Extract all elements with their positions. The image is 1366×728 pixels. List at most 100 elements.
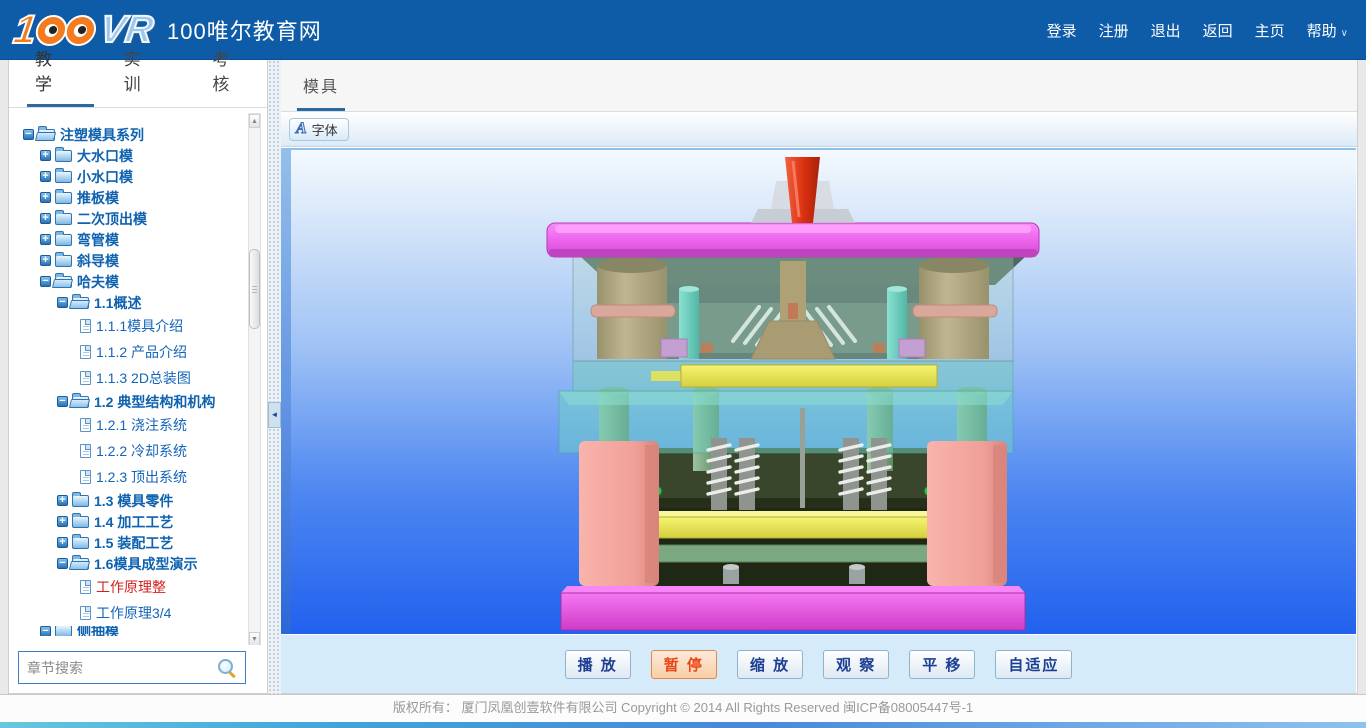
scrollbar-up-button[interactable]: ▲ xyxy=(249,114,260,128)
search-box xyxy=(18,651,246,684)
panel-splitter[interactable]: ◄ xyxy=(268,60,281,694)
document-icon xyxy=(80,606,91,620)
tree-item[interactable]: +1.3 模具零件 xyxy=(9,490,255,511)
pan-button[interactable]: 平 移 xyxy=(909,650,975,679)
tree-item-label: 1.1概述 xyxy=(94,293,141,313)
nav-back[interactable]: 返回 xyxy=(1203,20,1233,41)
header-nav: 登录 注册 退出 返回 主页 帮助∨ xyxy=(1047,0,1348,60)
expand-toggle-icon[interactable]: + xyxy=(57,537,68,548)
tree-item[interactable]: 1.1.1模具介绍 xyxy=(9,313,255,339)
logo-eye-icon xyxy=(36,16,67,43)
tree-item[interactable]: 1.1.2 产品介绍 xyxy=(9,339,255,365)
font-a-icon: A xyxy=(296,121,307,137)
folder-closed-icon xyxy=(72,537,89,549)
top-clamp-plate xyxy=(547,223,1039,257)
tree-item-label: 工作原理整 xyxy=(96,577,166,597)
tree-item[interactable]: − 1.2 典型结构和机构 xyxy=(9,391,255,412)
pause-button[interactable]: 暂 停 xyxy=(651,650,717,679)
tree-item[interactable]: − 1.1概述 xyxy=(9,292,255,313)
viewer-toolbar: A 字体 xyxy=(281,112,1357,147)
folder-closed-icon xyxy=(55,213,72,225)
collapse-toggle-icon[interactable]: − xyxy=(40,276,51,287)
collapse-toggle-icon[interactable]: − xyxy=(57,558,68,569)
tree-item-label: 1.4 加工工艺 xyxy=(94,512,173,532)
tree-item[interactable]: +小水口模 xyxy=(9,166,255,187)
tree-item-label: 注塑模具系列 xyxy=(60,125,144,145)
scrollbar-thumb[interactable] xyxy=(249,249,260,329)
nav-help[interactable]: 帮助∨ xyxy=(1307,20,1348,41)
search-icon[interactable] xyxy=(217,658,237,678)
footer: 版权所有： 厦门凤凰创壹软件有限公司 Copyright © 2014 All … xyxy=(0,694,1366,728)
collapse-sidebar-icon[interactable]: ◄ xyxy=(268,402,281,428)
tree-item-label: 斜导模 xyxy=(77,251,119,271)
folder-open-icon xyxy=(72,297,89,309)
tree-item[interactable]: −1.6模具成型演示 xyxy=(9,553,255,574)
tree-item[interactable]: −哈夫模 xyxy=(9,271,255,292)
tree-item-label: 1.5 装配工艺 xyxy=(94,533,173,553)
tree-item[interactable]: 1.2.3 顶出系统 xyxy=(9,464,255,490)
tree-item[interactable]: +1.5 装配工艺 xyxy=(9,532,255,553)
folder-closed-icon xyxy=(55,171,72,183)
tree-item-label: 1.2 典型结构和机构 xyxy=(94,392,215,412)
scrollbar-down-button[interactable]: ▼ xyxy=(249,632,260,646)
tree-item[interactable]: 工作原理3/4 xyxy=(9,600,255,626)
expand-toggle-icon[interactable]: + xyxy=(40,234,51,245)
nav-register[interactable]: 注册 xyxy=(1099,20,1129,41)
autofit-button[interactable]: 自适应 xyxy=(995,650,1072,679)
tree-item[interactable]: +弯管模 xyxy=(9,229,255,250)
mold-3d-model xyxy=(533,153,1053,633)
tree-item[interactable]: + 斜导模 xyxy=(9,250,255,271)
tree-item-label: 大水口模 xyxy=(77,146,133,166)
collapse-toggle-icon[interactable]: − xyxy=(23,129,34,140)
tree-item[interactable]: + 二次顶出模 xyxy=(9,208,255,229)
expand-toggle-icon[interactable]: + xyxy=(40,150,51,161)
copyright-text: 版权所有： 厦门凤凰创壹软件有限公司 Copyright © 2014 All … xyxy=(0,695,1366,721)
tree-item-label: 侧抽模 xyxy=(77,626,119,636)
document-icon xyxy=(80,371,91,385)
nav-home[interactable]: 主页 xyxy=(1255,20,1285,41)
collapse-toggle-icon[interactable]: − xyxy=(57,396,68,407)
nav-logout[interactable]: 退出 xyxy=(1151,20,1181,41)
3d-viewer-canvas[interactable] xyxy=(281,148,1356,634)
tree-item[interactable]: 工作原理整 xyxy=(9,574,255,600)
tab-mold[interactable]: 模具 xyxy=(297,73,345,111)
tree-item-label: 推板模 xyxy=(77,188,119,208)
search-input[interactable] xyxy=(19,660,217,676)
folder-closed-icon xyxy=(55,626,72,636)
tree-item[interactable]: + 推板模 xyxy=(9,187,255,208)
tree-item[interactable]: +1.4 加工工艺 xyxy=(9,511,255,532)
sidebar-tab-assessment[interactable]: 考 核 xyxy=(208,45,267,107)
play-button[interactable]: 播 放 xyxy=(565,650,631,679)
sidebar-tab-training[interactable]: 实 训 xyxy=(120,45,179,107)
tree-item-label: 二次顶出模 xyxy=(77,209,147,229)
tree-item-label: 1.1.3 2D总装图 xyxy=(96,368,191,388)
observe-button[interactable]: 观 察 xyxy=(823,650,889,679)
tree-item-label: 工作原理3/4 xyxy=(96,603,171,623)
tree-item[interactable]: − 侧抽模 xyxy=(9,626,255,636)
expand-toggle-icon[interactable]: + xyxy=(40,192,51,203)
expand-toggle-icon[interactable]: + xyxy=(57,516,68,527)
tree-item[interactable]: 1.2.1 浇注系统 xyxy=(9,412,255,438)
document-icon xyxy=(80,345,91,359)
tree-scrollbar[interactable]: ▲ ▼ xyxy=(248,113,261,647)
expand-toggle-icon[interactable]: + xyxy=(40,171,51,182)
expand-toggle-icon[interactable]: + xyxy=(57,495,68,506)
expand-toggle-icon[interactable]: + xyxy=(40,255,51,266)
nav-login[interactable]: 登录 xyxy=(1047,20,1077,41)
tree-item[interactable]: − 注塑模具系列 xyxy=(9,124,255,145)
logo-eye-icon xyxy=(65,16,96,43)
stripper-plate-band xyxy=(573,361,1013,391)
font-button-label: 字体 xyxy=(312,120,338,139)
tree-item[interactable]: 1.2.2 冷却系统 xyxy=(9,438,255,464)
collapse-toggle-icon[interactable]: − xyxy=(57,297,68,308)
expand-toggle-icon[interactable]: + xyxy=(40,213,51,224)
tree-item[interactable]: + 大水口模 xyxy=(9,145,255,166)
tree-item[interactable]: 1.1.3 2D总装图 xyxy=(9,365,255,391)
document-icon xyxy=(80,580,91,594)
folder-open-icon xyxy=(38,129,55,141)
collapse-toggle-icon[interactable]: − xyxy=(40,626,51,636)
zoom-button[interactable]: 缩 放 xyxy=(737,650,803,679)
footer-accent-band xyxy=(0,722,1366,728)
sidebar-tab-teaching[interactable]: 教 学 xyxy=(31,45,90,107)
font-button[interactable]: A 字体 xyxy=(289,118,349,141)
